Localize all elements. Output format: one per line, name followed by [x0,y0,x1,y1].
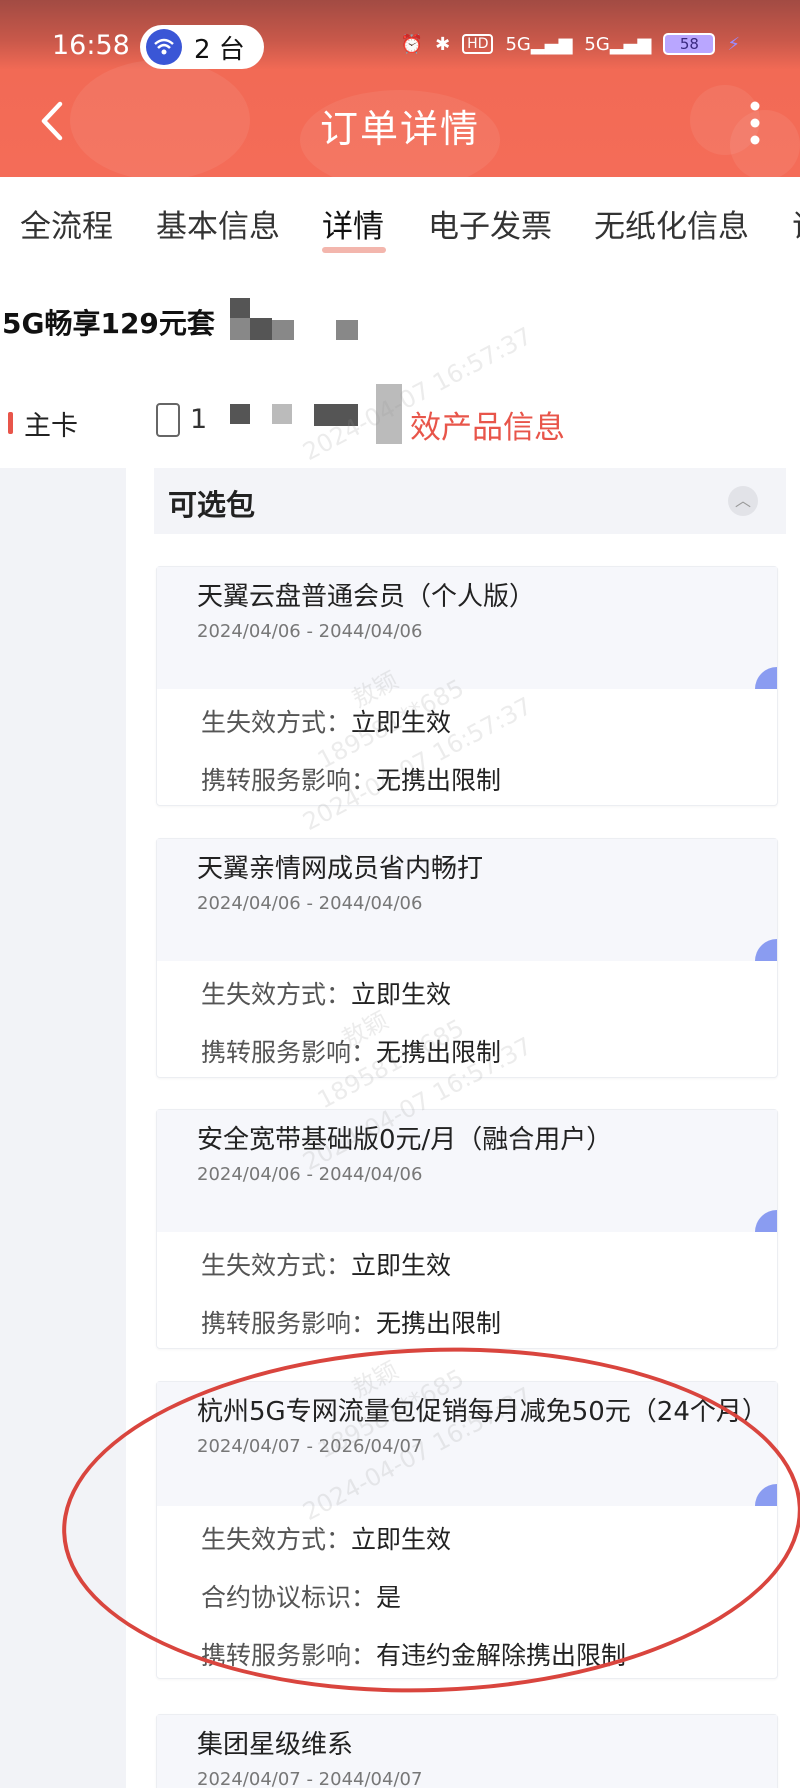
tab-bar: 全流程 基本信息 详情 电子发票 无纸化信息 证 [0,177,800,257]
redaction-mosaic [336,320,358,340]
tab-indicator [322,247,386,253]
redaction-mosaic [230,404,250,424]
port-row: 携转服务影响：无携出限制 [201,1038,502,1067]
tab-details[interactable]: 详情 [322,201,384,246]
tab-basic-info[interactable]: 基本信息 [156,201,280,246]
effect-row: 生失效方式：立即生效 [201,708,452,737]
redaction-mosaic [314,404,358,426]
status-icons: ⏰ ✱ HD 5G▂▄▆ 5G▂▄▆ 58 ⚡ [401,33,740,55]
package-item-name: 天翼云盘普通会员（个人版） [197,582,536,612]
tab-e-invoice[interactable]: 电子发票 [428,201,552,246]
redaction-mosaic [272,320,294,340]
phone-number: 1 [190,404,208,435]
bluetooth-icon: ✱ [435,33,451,55]
redaction-mosaic [272,404,292,424]
more-vertical-icon [750,101,760,145]
optional-package-header[interactable]: 可选包 ︿ [154,468,786,534]
page-title: 订单详情 [319,107,480,151]
battery-icon: 58 [663,33,716,55]
package-card[interactable]: 天翼亲情网成员省内畅打 2024/04/06 - 2044/04/06 生失效方… [156,838,778,1078]
corner-badge-icon [755,1210,777,1232]
card-type-label: 主卡 [24,411,78,442]
redaction-mosaic [250,318,272,340]
status-bar: 16:58 2 台 ⏰ ✱ HD 5G▂▄▆ 5G▂▄▆ 58 ⚡ [0,0,800,70]
hd-icon: HD [462,34,494,54]
charging-icon: ⚡ [727,33,740,55]
package-item-name: 集团星级维系 [197,1730,354,1760]
effect-row: 生失效方式：立即生效 [201,1251,452,1280]
app-header: 16:58 2 台 ⏰ ✱ HD 5G▂▄▆ 5G▂▄▆ 58 ⚡ 订单详情 [0,0,800,177]
corner-badge-icon [755,939,777,961]
package-card[interactable]: 安全宽带基础版0元/月（融合用户） 2024/04/06 - 2044/04/0… [156,1109,778,1349]
package-item-date: 2024/04/06 - 2044/04/06 [197,893,423,914]
signal-icon: 5G▂▄▆ [505,33,573,55]
card-marker [8,412,13,434]
effect-row: 生失效方式：立即生效 [201,980,452,1009]
alarm-icon: ⏰ [400,33,424,55]
redaction-mosaic [376,384,402,444]
more-button[interactable] [750,100,760,146]
tab-full-process[interactable]: 全流程 [20,201,113,246]
package-item-date: 2024/04/06 - 2044/04/06 [197,621,423,642]
signal-icon-2: 5G▂▄▆ [584,33,652,55]
package-name: 5G畅享129元套 [2,307,215,340]
package-item-date: 2024/04/07 - 2044/04/07 [197,1769,423,1788]
redaction-mosaic [230,298,250,318]
hotspot-pill[interactable]: 2 台 [140,25,264,69]
package-card[interactable]: 集团星级维系 2024/04/07 - 2044/04/07 [156,1714,778,1788]
redaction-mosaic [230,318,250,340]
port-row: 携转服务影响：无携出限制 [201,1309,502,1338]
tab-paperless-info[interactable]: 无纸化信息 [594,201,749,246]
port-row: 携转服务影响：无携出限制 [201,766,502,795]
chevron-up-icon[interactable]: ︿ [728,486,758,516]
phone-icon [156,403,180,437]
hotspot-icon [146,29,182,65]
corner-badge-icon [755,667,777,689]
package-item-name: 天翼亲情网成员省内畅打 [197,854,484,884]
status-time: 16:58 [52,30,130,61]
nav-bar: 订单详情 [0,70,800,177]
tab-more[interactable]: 证 [792,201,800,246]
section-title: 可选包 [168,488,256,522]
product-info-link[interactable]: 效产品信息 [410,402,565,447]
package-card[interactable]: 天翼云盘普通会员（个人版） 2024/04/06 - 2044/04/06 生失… [156,566,778,806]
hotspot-count: 2 台 [194,34,245,65]
package-item-date: 2024/04/06 - 2044/04/06 [197,1164,423,1185]
package-item-name: 安全宽带基础版0元/月（融合用户） [197,1125,613,1155]
